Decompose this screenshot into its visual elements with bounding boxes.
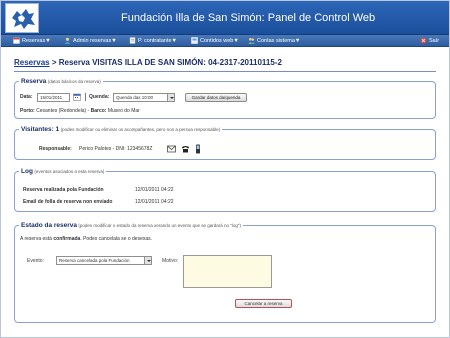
save-queuda-button[interactable]: Gardar datos da/quenda <box>185 93 247 102</box>
visitantes-legend-hint: (podes modificar ou eliminar os acompaña… <box>60 127 221 132</box>
email-icon[interactable] <box>167 145 176 155</box>
log-row-date: 12/01/2011 04:22 <box>135 199 174 205</box>
estado-legend-title: Estado da reserva <box>21 222 78 229</box>
estado-legend-hint: (podes modificar o estado da reserva xer… <box>78 223 241 228</box>
barco-value: Museo do Mar <box>107 108 140 114</box>
responsable-value: Perico Palotes - DNI: 12345678Z <box>79 146 153 152</box>
field-separator <box>85 93 86 101</box>
queuda-select-value: Quenda das 10:00 <box>116 95 154 100</box>
phone-icon[interactable] <box>181 145 190 155</box>
queuda-label: Quenda: <box>89 94 110 100</box>
log-fieldset: Log (eventos asociados a esta reserva) R… <box>14 167 436 212</box>
menu-admin-reservas[interactable]: Admin reservas▼ <box>64 37 117 46</box>
evento-select-value: Reserva cancelada pola Fundación <box>59 258 130 263</box>
menu-admin-reservas-label: Admin reservas▼ <box>73 38 117 44</box>
motivo-label: Motivo: <box>162 258 179 264</box>
status-suffix: . Podes cancelala se o desexas. <box>80 236 153 242</box>
app-title: Fundación Illa de San Simón: Panel de Co… <box>121 12 376 24</box>
log-row-event: Reserva realizada pola Fundación <box>23 187 104 193</box>
users-icon <box>248 37 255 44</box>
log-legend-hint: (eventos asociados a esta reserva) <box>34 169 105 174</box>
status-value: confirmada <box>53 236 81 242</box>
foundation-logo <box>5 3 39 33</box>
breadcrumb: Reservas > Reserva VISITAS ILLA DE SAN S… <box>14 58 282 67</box>
log-legend-title: Log <box>21 168 33 175</box>
responsable-label: Responsable: <box>39 146 72 152</box>
reserva-legend-title: Reserva <box>21 78 47 85</box>
menu-exit[interactable]: Saír <box>420 37 439 46</box>
mobile-icon[interactable] <box>195 144 201 156</box>
log-legend: Log (eventos asociados a esta reserva) <box>19 167 107 177</box>
menu-reservas-label: Reservas▼ <box>22 38 51 44</box>
menu-exit-label: Saír <box>429 38 440 44</box>
log-row-date: 12/01/2011 04:22 <box>135 187 174 193</box>
estado-status-line: A reserva está confirmada. Podes cancela… <box>20 236 152 242</box>
evento-label: Evento: <box>27 258 44 264</box>
calendar-icon <box>13 37 20 44</box>
porto-value: Cesantes (Redondela) <box>36 108 87 114</box>
date-label: Data: <box>20 94 33 100</box>
menu-contidos-web[interactable]: Contidos web▼ <box>191 37 239 46</box>
visitantes-legend: Visitantes: 1 (podes modificar ou elimin… <box>19 125 223 135</box>
date-input[interactable]: 15/01/2011 <box>37 93 70 102</box>
exit-icon <box>420 37 427 44</box>
breadcrumb-divider <box>14 71 436 72</box>
app-header: Fundación Illa de San Simón: Panel de Co… <box>1 1 449 35</box>
porto-label: Porto: <box>20 108 35 114</box>
web-content-icon <box>191 37 198 44</box>
reserva-fieldset: Reserva (datos básicos da reserva) Data:… <box>14 77 436 119</box>
menu-contas-sistema[interactable]: Contas sistema▼ <box>248 37 300 46</box>
chevron-down-icon <box>167 94 174 101</box>
menu-reservas[interactable]: Reservas▼ <box>13 37 51 46</box>
reserva-legend: Reserva (datos básicos da reserva) <box>19 77 103 87</box>
menu-p-contratante-label: P. contratante▼ <box>138 38 177 44</box>
barco-label: Barco: <box>90 108 107 114</box>
menu-contidos-web-label: Contidos web▼ <box>200 38 239 44</box>
log-row-event: Email de folla de reserva non enviado <box>23 199 113 205</box>
estado-legend: Estado da reserva (podes modificar o est… <box>19 221 243 231</box>
reserva-legend-hint: (datos básicos da reserva) <box>47 79 101 84</box>
queuda-select[interactable]: Quenda das 10:00 <box>113 93 175 102</box>
menu-p-contratante[interactable]: P. contratante▼ <box>129 37 177 46</box>
document-icon <box>129 37 136 44</box>
calendar-picker-icon[interactable] <box>73 93 81 103</box>
porto-barco-dash: - <box>87 108 90 114</box>
estado-fieldset: Estado da reserva (podes modificar o est… <box>14 221 436 323</box>
chevron-down-icon <box>144 257 151 264</box>
motivo-textarea[interactable] <box>183 255 272 288</box>
cancel-reservation-button[interactable]: Cancelar a reserva <box>235 299 292 308</box>
breadcrumb-separator: > <box>49 58 59 67</box>
evento-select[interactable]: Reserva cancelada pola Fundación <box>56 256 152 265</box>
menu-contas-sistema-label: Contas sistema▼ <box>257 38 301 44</box>
visitantes-legend-title: Visitantes: 1 <box>21 126 60 133</box>
menu-bar: Reservas▼ Admin reservas▼ P. contratante… <box>1 35 449 47</box>
visitantes-fieldset: Visitantes: 1 (podes modificar ou elimin… <box>14 125 436 160</box>
status-prefix: A reserva está <box>20 236 54 242</box>
breadcrumb-current: Reserva VISITAS ILLA DE SAN SIMÓN: 04-23… <box>58 58 282 67</box>
porto-row: Porto: Cesantes (Redondela) - Barco: Mus… <box>20 108 140 114</box>
admin-icon <box>64 37 71 44</box>
breadcrumb-link-reservas[interactable]: Reservas <box>14 58 50 67</box>
